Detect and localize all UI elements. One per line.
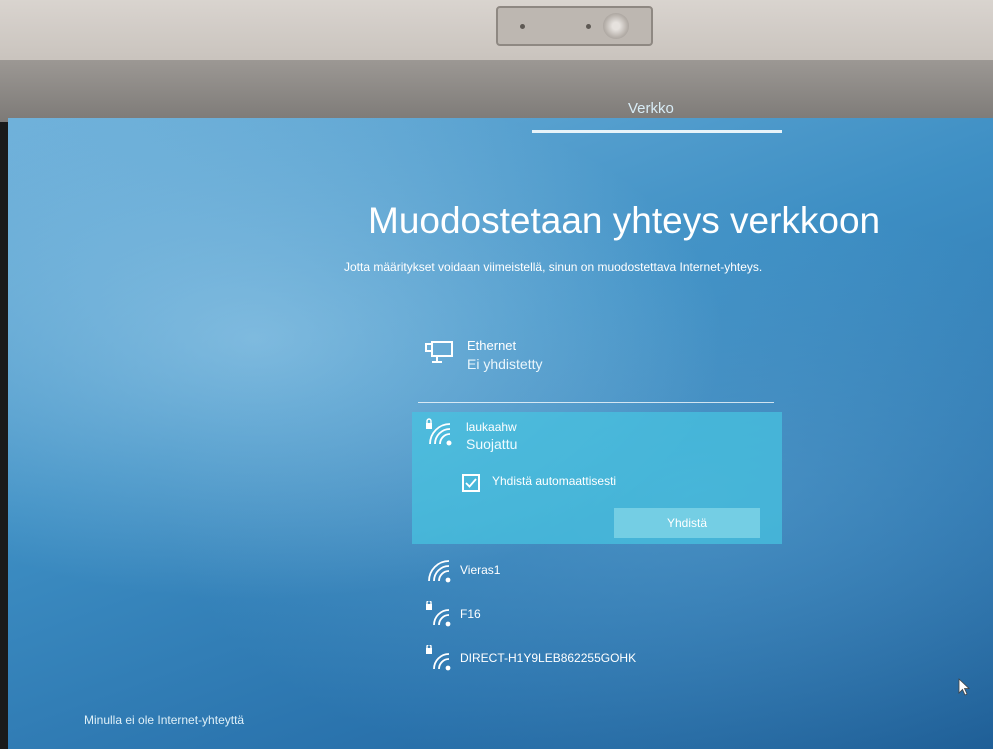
mouse-cursor-icon — [958, 678, 971, 696]
laptop-bezel-lower — [0, 60, 993, 122]
wifi-secured-icon — [426, 418, 452, 446]
laptop-bezel — [0, 0, 993, 62]
check-icon — [465, 478, 477, 488]
network-status: Ei yhdistetty — [467, 356, 543, 372]
network-name: Ethernet — [467, 338, 517, 353]
network-name: F16 — [460, 607, 481, 621]
auto-connect-checkbox[interactable] — [462, 474, 480, 492]
wifi-icon — [428, 560, 451, 583]
network-status: Suojattu — [466, 436, 518, 452]
camera-indicator-dot — [586, 24, 591, 29]
page-title: Muodostetaan yhteys verkkoon — [368, 200, 881, 241]
connect-button[interactable]: Yhdistä — [614, 508, 760, 538]
page-tab-title: Verkko — [628, 100, 674, 117]
network-item-selected[interactable]: laukaahw Suojattu Yhdistä automaattisest… — [412, 412, 782, 544]
network-name: DIRECT-H1Y9LEB862255GOHK — [460, 651, 637, 665]
camera-lens — [603, 13, 629, 39]
wifi-secured-icon — [426, 645, 451, 671]
network-name: Vieras1 — [460, 563, 501, 577]
no-internet-link[interactable]: Minulla ei ole Internet-yhteyttä — [84, 713, 244, 727]
webcam — [496, 6, 653, 46]
page-subtitle: Jotta määritykset voidaan viimeistellä, … — [344, 260, 763, 274]
list-divider — [418, 402, 774, 403]
camera-indicator-dot — [520, 24, 525, 29]
wifi-secured-icon — [426, 601, 451, 627]
ethernet-icon — [425, 341, 453, 363]
auto-connect-label: Yhdistä automaattisesti — [492, 474, 617, 488]
tab-underline — [532, 130, 782, 133]
network-name: laukaahw — [466, 420, 517, 434]
